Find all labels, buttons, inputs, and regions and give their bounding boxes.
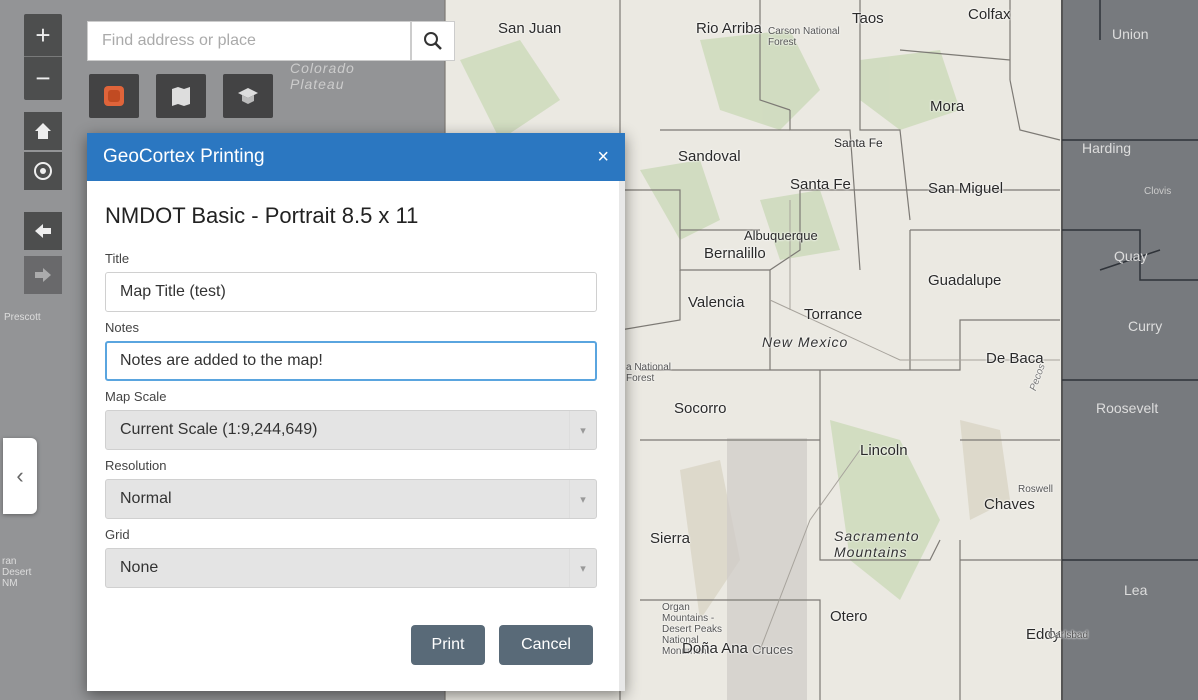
map-label: Socorro bbox=[674, 400, 727, 417]
chevron-down-icon: ▾ bbox=[569, 480, 596, 518]
map-label: De Baca bbox=[986, 350, 1044, 367]
search-icon bbox=[424, 32, 442, 50]
forward-button[interactable] bbox=[24, 256, 62, 294]
grid-select[interactable]: None ▾ bbox=[105, 548, 597, 588]
map-label: Chaves bbox=[984, 496, 1035, 513]
map-label: Albuquerque bbox=[744, 228, 818, 243]
map-label: Torrance bbox=[804, 306, 863, 323]
map-label: a National Forest bbox=[626, 362, 672, 384]
map-scale-select[interactable]: Current Scale (1:9,244,649) ▾ bbox=[105, 410, 597, 450]
map-label: Clovis bbox=[1144, 186, 1172, 197]
home-icon bbox=[35, 123, 51, 139]
map-label: Mora bbox=[930, 98, 965, 115]
graduation-cap-icon bbox=[238, 88, 258, 104]
layers-button[interactable] bbox=[89, 74, 139, 118]
resolution-select[interactable]: Normal ▾ bbox=[105, 479, 597, 519]
map-icon bbox=[172, 87, 190, 106]
map-label: Lincoln bbox=[860, 442, 908, 459]
map-label: Sacramento Mountains bbox=[834, 528, 920, 560]
resolution-label: Resolution bbox=[105, 458, 167, 473]
map-label: Doña Ana bbox=[682, 640, 748, 657]
map-label: Sandoval bbox=[678, 148, 741, 165]
map-label: Quay bbox=[1114, 248, 1148, 264]
dialog-header: GeoCortex Printing × bbox=[87, 133, 625, 181]
grid-label: Grid bbox=[105, 527, 130, 542]
map-label: ran Desert NM bbox=[2, 556, 32, 589]
title-label: Title bbox=[105, 251, 130, 266]
search-button[interactable] bbox=[411, 21, 455, 61]
map-label: Cruces bbox=[752, 642, 794, 657]
print-dialog: GeoCortex Printing × NMDOT Basic - Portr… bbox=[87, 133, 625, 691]
zoom-out-button[interactable]: − bbox=[24, 56, 62, 99]
map-label: Sierra bbox=[650, 530, 691, 547]
zoom-in-button[interactable]: + bbox=[24, 14, 62, 56]
grid-value: None bbox=[120, 559, 159, 576]
map-label: Carlsbad bbox=[1048, 630, 1089, 641]
map-label: Santa Fe bbox=[834, 136, 883, 150]
map-label: Carson National Forest bbox=[768, 26, 840, 48]
map-label: Union bbox=[1112, 26, 1149, 42]
map-label: Taos bbox=[852, 10, 884, 27]
title-field[interactable]: Map Title (test) bbox=[105, 272, 597, 312]
map-label: San Juan bbox=[498, 20, 562, 37]
notes-label: Notes bbox=[105, 320, 139, 335]
map-label: Santa Fe bbox=[790, 176, 851, 193]
locate-icon bbox=[34, 162, 52, 180]
home-button[interactable] bbox=[24, 112, 62, 150]
map-label: Colorado Plateau bbox=[290, 60, 355, 92]
cancel-button[interactable]: Cancel bbox=[499, 625, 593, 665]
print-button[interactable]: Print bbox=[411, 625, 485, 665]
map-label: Lea bbox=[1124, 582, 1148, 598]
map-scale-value: Current Scale (1:9,244,649) bbox=[120, 421, 318, 438]
map-label: New Mexico bbox=[762, 334, 849, 350]
map-scale-label: Map Scale bbox=[105, 389, 167, 404]
map-label: San Miguel bbox=[928, 180, 1004, 197]
chevron-down-icon: ▾ bbox=[569, 411, 596, 449]
close-icon[interactable]: × bbox=[597, 146, 609, 169]
map-label: Otero bbox=[830, 608, 868, 625]
back-button[interactable] bbox=[24, 212, 62, 250]
map-label: Colfax bbox=[968, 6, 1011, 23]
zoom-control: + − bbox=[24, 14, 62, 100]
panel-expand-tab[interactable]: ‹ bbox=[3, 438, 37, 514]
layers-icon bbox=[104, 86, 124, 106]
map-label: Guadalupe bbox=[928, 272, 1002, 289]
resolution-value: Normal bbox=[120, 490, 172, 507]
map-label: Valencia bbox=[688, 294, 745, 311]
layout-name: NMDOT Basic - Portrait 8.5 x 11 bbox=[105, 203, 419, 228]
notes-field[interactable]: Notes are added to the map! bbox=[105, 341, 597, 381]
locate-button[interactable] bbox=[24, 152, 62, 190]
map-label: Curry bbox=[1128, 318, 1163, 334]
map-label: Harding bbox=[1082, 140, 1132, 156]
chevron-down-icon: ▾ bbox=[569, 549, 596, 587]
map-label: Roosevelt bbox=[1096, 400, 1159, 416]
tools-button[interactable] bbox=[223, 74, 273, 118]
map-label: Bernalillo bbox=[704, 245, 766, 262]
chevron-left-icon: ‹ bbox=[16, 463, 24, 488]
search-box bbox=[87, 21, 438, 61]
arrow-left-icon bbox=[35, 224, 51, 238]
arrow-right-icon bbox=[35, 268, 51, 282]
map-label: Prescott bbox=[4, 312, 41, 323]
search-input[interactable] bbox=[88, 22, 438, 60]
map-label: Rio Arriba bbox=[696, 20, 762, 37]
dialog-buttons: Print Cancel bbox=[411, 625, 593, 665]
dialog-title: GeoCortex Printing bbox=[103, 146, 265, 167]
map-tools-button[interactable] bbox=[156, 74, 206, 118]
map-label: Roswell bbox=[1018, 484, 1054, 495]
